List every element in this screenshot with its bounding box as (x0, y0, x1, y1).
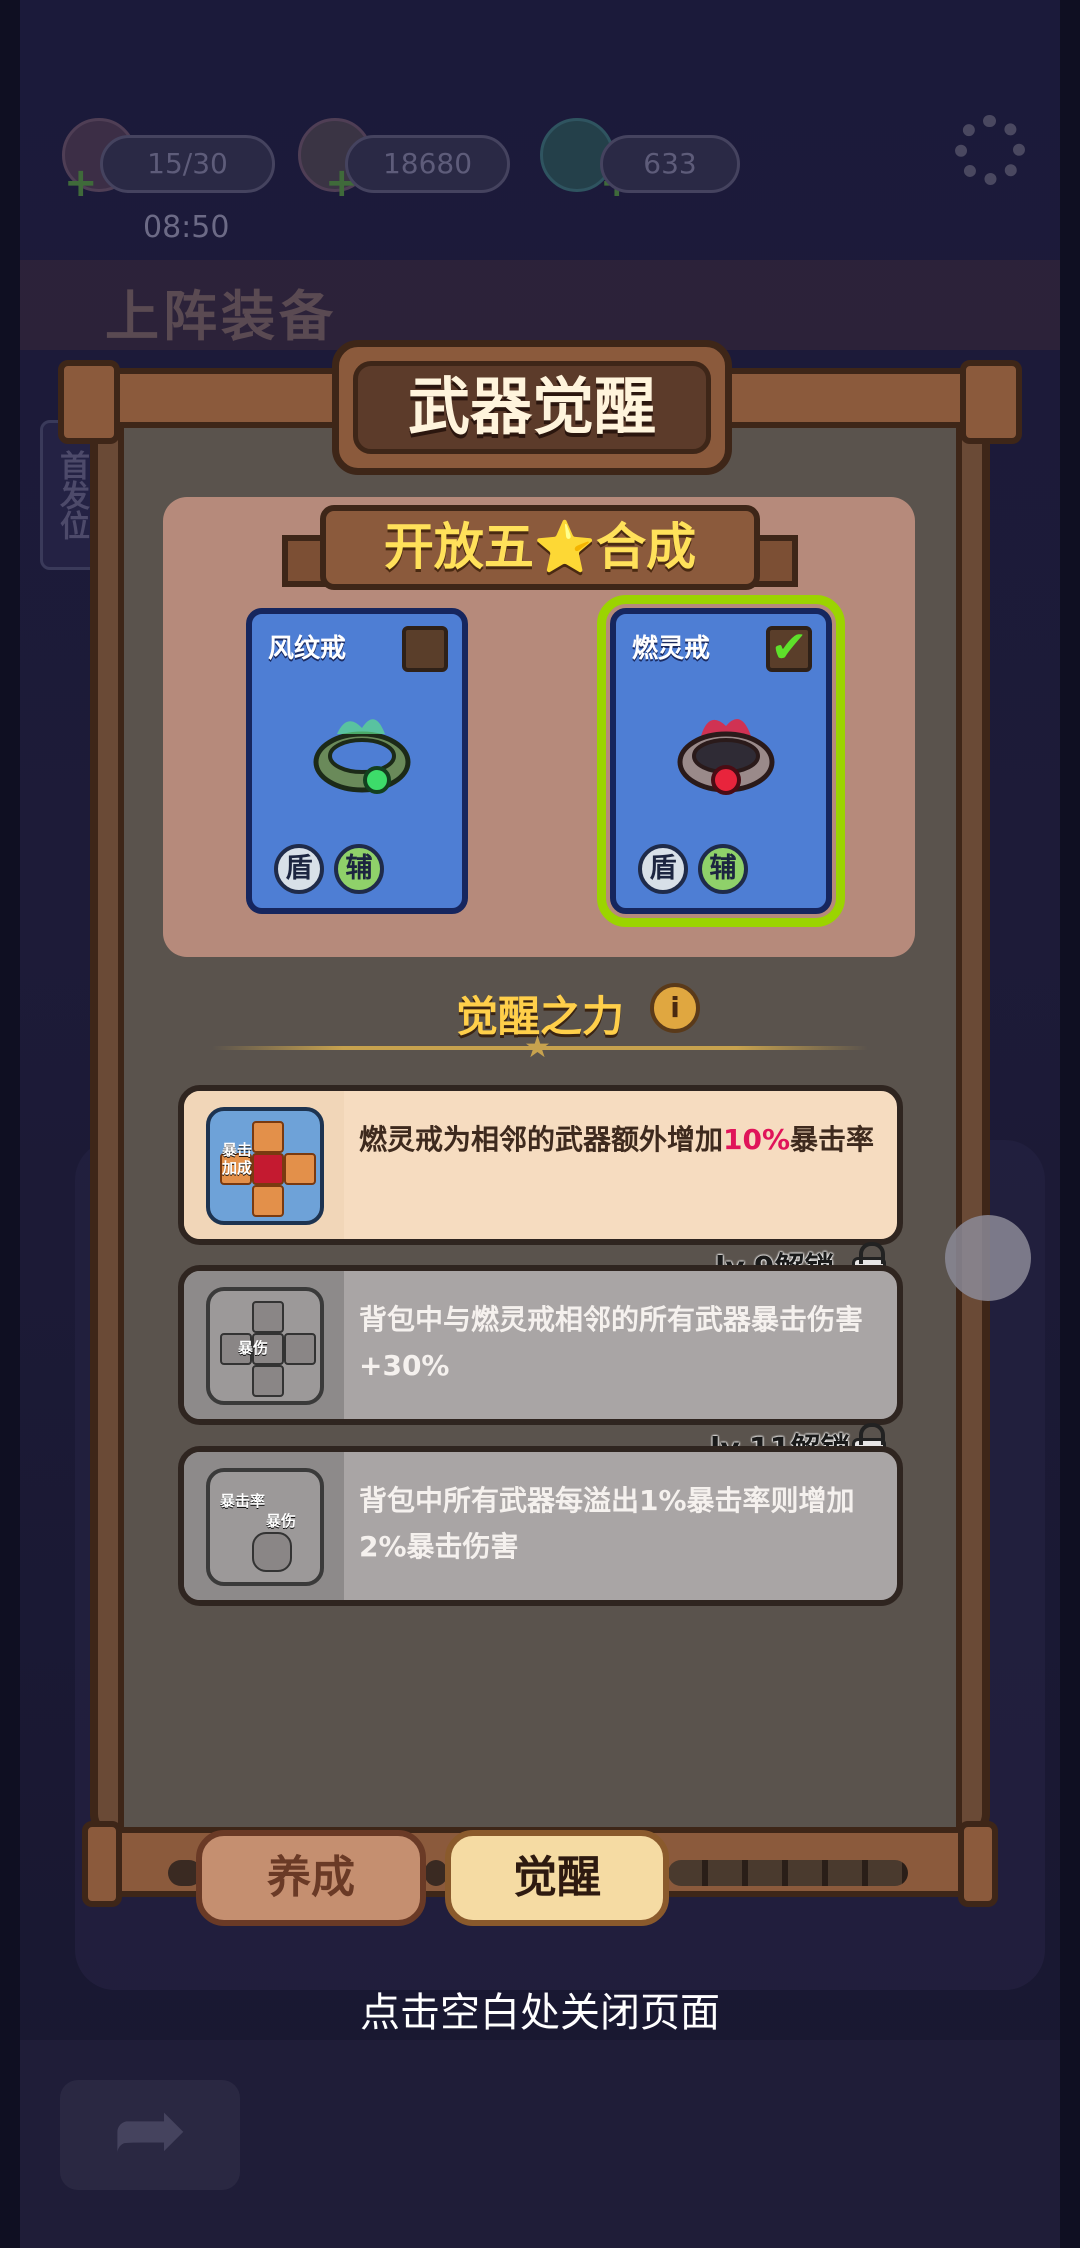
stamina-plus-icon[interactable]: + (64, 163, 98, 203)
skill-row-3[interactable]: 暴击率 暴伤 背包中所有武器每溢出1%暴击率则增加2%暴击伤害 (178, 1446, 903, 1606)
modal-title-plate: 武器觉醒 (332, 340, 732, 475)
skill-description: 背包中所有武器每溢出1%暴击率则增加2%暴击伤害 (359, 1484, 855, 1563)
skill-icon-cell: 暴击 加成 (184, 1091, 344, 1239)
divider-star-icon: ★ (524, 1030, 551, 1065)
gem-counter: 633 (600, 135, 740, 193)
card-name: 燃灵戒 (632, 634, 711, 664)
chain-decoration (668, 1860, 908, 1886)
info-icon[interactable]: i (650, 983, 700, 1033)
gear-icon[interactable] (955, 115, 1025, 185)
skill-row-2[interactable]: 暴伤 背包中与燃灵戒相邻的所有武器暴击伤害+30% (178, 1265, 903, 1425)
card-checkbox[interactable] (402, 626, 448, 672)
gold-counter: 18680 (345, 135, 510, 193)
crit-damage-icon: 暴伤 (206, 1287, 324, 1405)
card-checkbox-checked[interactable]: ✔ (766, 626, 812, 672)
chain-decoration (425, 1860, 447, 1886)
crit-bonus-icon: 暴击 加成 (206, 1107, 324, 1225)
shield-tag: 盾 (274, 844, 324, 894)
stamina-counter: 15/30 (100, 135, 275, 193)
shield-tag: 盾 (638, 844, 688, 894)
skill-icon-cell: 暴击率 暴伤 (184, 1452, 344, 1600)
floating-assist-button[interactable] (945, 1215, 1031, 1301)
card-name: 风纹戒 (268, 634, 347, 664)
weapon-card-flame-ring[interactable]: 燃灵戒 ✔ 盾 辅 (597, 595, 845, 927)
tab-awaken[interactable]: 觉醒 (445, 1830, 669, 1926)
ring-icon (313, 719, 411, 794)
modal-title: 武器觉醒 (353, 361, 711, 454)
skill-row-1[interactable]: 暴击 加成 燃灵戒为相邻的武器额外增加10%暴击率 (178, 1085, 903, 1245)
back-arrow-icon[interactable]: ➦ (60, 2080, 240, 2190)
background-section-title: 上阵装备 (105, 285, 337, 348)
close-hint-text[interactable]: 点击空白处关闭页面 (0, 1980, 1080, 2038)
clock-time: 08:50 (143, 210, 230, 245)
weapon-card-wind-ring[interactable]: 风纹戒 盾 辅 (246, 608, 468, 914)
skill-icon-cell: 暴伤 (184, 1271, 344, 1419)
skill-description: 燃灵戒为相邻的武器额外增加10%暴击率 (359, 1123, 875, 1156)
skill-description: 背包中与燃灵戒相邻的所有武器暴击伤害+30% (359, 1303, 864, 1382)
assist-tag: 辅 (334, 844, 384, 894)
tab-cultivate[interactable]: 养成 (196, 1830, 426, 1926)
synthesis-banner-text: 开放五⭐合成 (383, 518, 697, 576)
crit-overflow-icon: 暴击率 暴伤 (206, 1468, 324, 1586)
ring-icon (677, 718, 775, 795)
assist-tag: 辅 (698, 844, 748, 894)
